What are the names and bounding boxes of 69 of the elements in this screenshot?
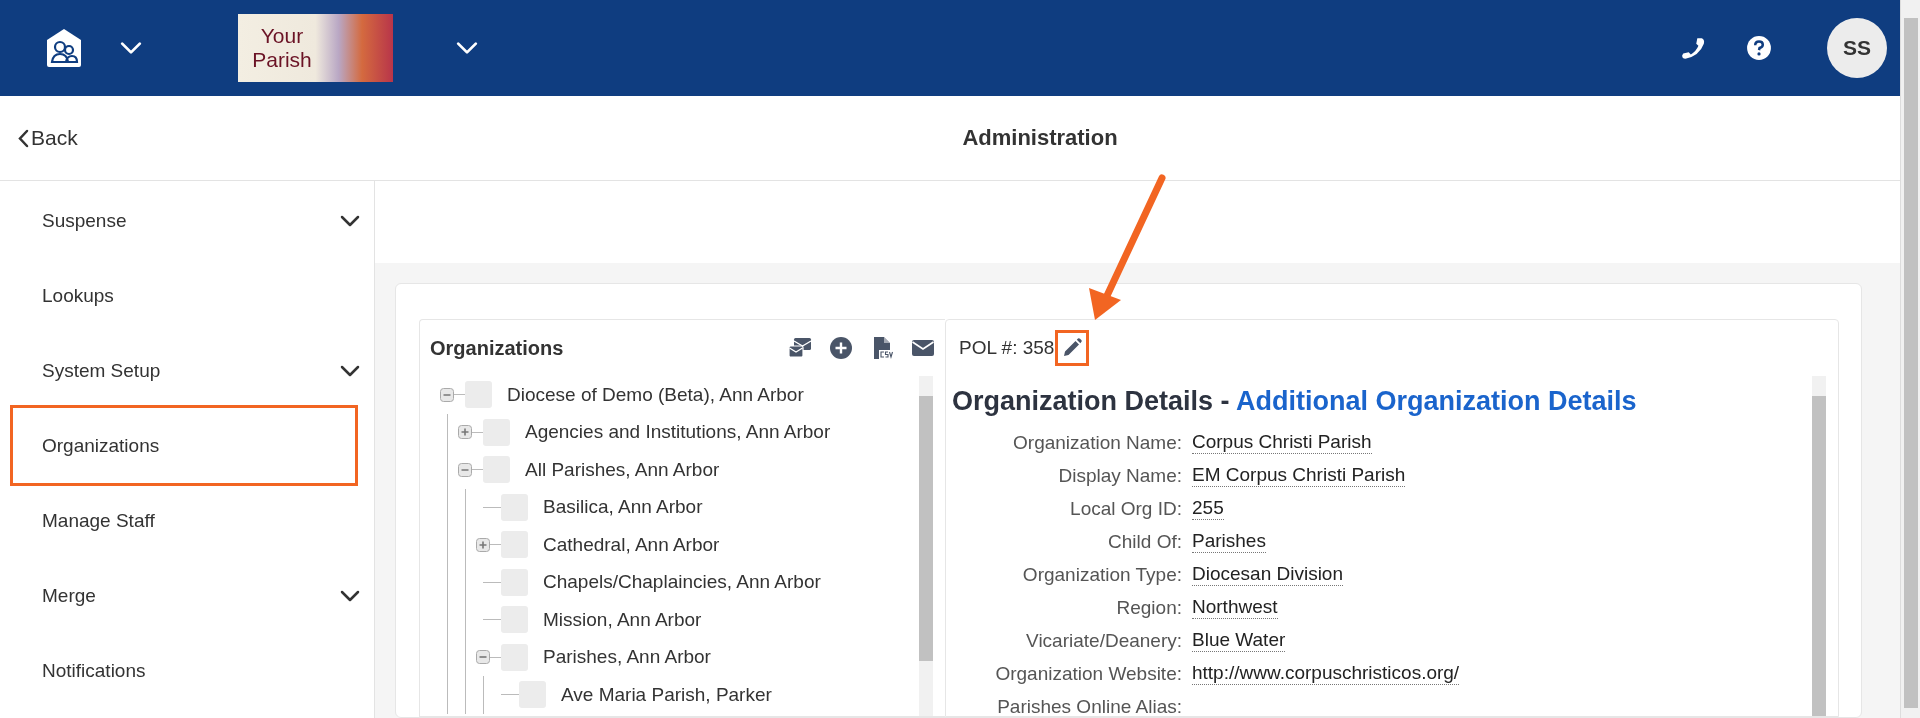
checkbox[interactable]	[465, 381, 492, 409]
user-avatar[interactable]: SS	[1827, 18, 1887, 78]
page-title: Administration	[962, 125, 1118, 151]
checkbox[interactable]	[483, 418, 510, 446]
collapse-icon[interactable]	[476, 650, 490, 665]
checkbox[interactable]	[501, 643, 528, 671]
expand-icon[interactable]	[476, 537, 490, 552]
chevron-down-icon[interactable]	[340, 364, 360, 377]
tree-item[interactable]: Mission, Ann Arbor	[543, 608, 702, 631]
scrollbar[interactable]	[919, 376, 933, 716]
field-label: Organization Name:	[1012, 432, 1182, 454]
section-heading: Organization Details - Additional Organization Details	[952, 386, 1638, 417]
tree-item[interactable]: Basilica, Ann Arbor	[543, 496, 703, 519]
panel-title: Organizations	[430, 336, 565, 360]
field-label: Organization Type:	[1021, 564, 1182, 586]
field-label: Region:	[1115, 597, 1182, 619]
field-label: Display Name:	[1057, 465, 1182, 487]
edit-button[interactable]	[1055, 330, 1090, 366]
field-value[interactable]: 255	[1192, 497, 1224, 520]
chevron-down-icon[interactable]	[340, 214, 360, 227]
sidebar-item[interactable]: Merge	[0, 558, 374, 633]
tree-item[interactable]: Diocese of Demo (Beta), Ann Arbor	[507, 383, 804, 406]
sidebar-item[interactable]: Organizations	[10, 405, 358, 486]
field-label: Local Org ID:	[1069, 498, 1182, 520]
field-value[interactable]: http://www.corpuschristicos.org/	[1192, 662, 1460, 685]
scrollbar[interactable]	[1812, 376, 1826, 716]
chevron-left-icon	[18, 128, 29, 148]
page-scrollbar[interactable]	[1900, 0, 1920, 718]
tree-item[interactable]: Ave Maria Parish, Parker	[561, 683, 772, 706]
chevron-down-icon[interactable]	[340, 589, 360, 602]
field-label: Vicariate/Deanery:	[1025, 630, 1182, 652]
sidebar-item[interactable]: Lookups	[0, 258, 374, 333]
collapse-icon[interactable]	[458, 462, 472, 477]
checkbox[interactable]	[483, 456, 510, 484]
sidebar-item[interactable]: Manage Staff	[0, 483, 374, 558]
email-cards-icon[interactable]	[788, 336, 812, 360]
tree-item[interactable]: Parishes, Ann Arbor	[543, 646, 711, 669]
home-people-icon[interactable]	[46, 28, 82, 68]
tree-item[interactable]: Chapels/Chaplaincies, Ann Arbor	[543, 571, 821, 594]
checkbox[interactable]	[501, 606, 528, 634]
checkbox[interactable]	[501, 531, 528, 559]
sidebar-item[interactable]: Suspense	[0, 183, 374, 258]
collapse-icon[interactable]	[440, 387, 454, 402]
help-icon[interactable]	[1746, 35, 1772, 61]
pencil-icon	[1062, 338, 1083, 358]
checkbox[interactable]	[501, 493, 528, 521]
field-value[interactable]: Corpus Christi Parish	[1192, 431, 1372, 454]
field-label: Organization Website:	[994, 663, 1182, 685]
field-label: Child Of:	[1107, 531, 1182, 553]
field-label: Parishes Online Alias:	[996, 696, 1182, 716]
expand-icon[interactable]	[458, 425, 472, 440]
details-link[interactable]: Additional Organization Details	[1236, 386, 1637, 416]
field-value[interactable]: Parishes	[1192, 530, 1266, 553]
sidebar-item[interactable]: System Setup	[0, 333, 374, 408]
tree-item[interactable]: Agencies and Institutions, Ann Arbor	[525, 421, 831, 444]
field-value[interactable]: Diocesan Division	[1192, 563, 1343, 586]
tree-item[interactable]: Cathedral, Ann Arbor	[543, 533, 720, 556]
tree-item[interactable]: All Parishes, Ann Arbor	[525, 458, 720, 481]
back-button[interactable]: Back	[18, 126, 78, 150]
field-value[interactable]: EM Corpus Christi Parish	[1192, 464, 1406, 487]
parish-logo[interactable]: Your Parish	[238, 14, 393, 82]
phone-icon[interactable]	[1680, 35, 1706, 61]
checkbox[interactable]	[519, 681, 546, 709]
field-value[interactable]: Blue Water	[1192, 629, 1286, 652]
sidebar-item[interactable]: Notifications	[0, 633, 374, 708]
field-value[interactable]: Northwest	[1192, 596, 1278, 619]
checkbox[interactable]	[501, 568, 528, 596]
pol-number: POL #: 358	[959, 337, 1055, 359]
add-circle-icon[interactable]	[829, 336, 853, 360]
